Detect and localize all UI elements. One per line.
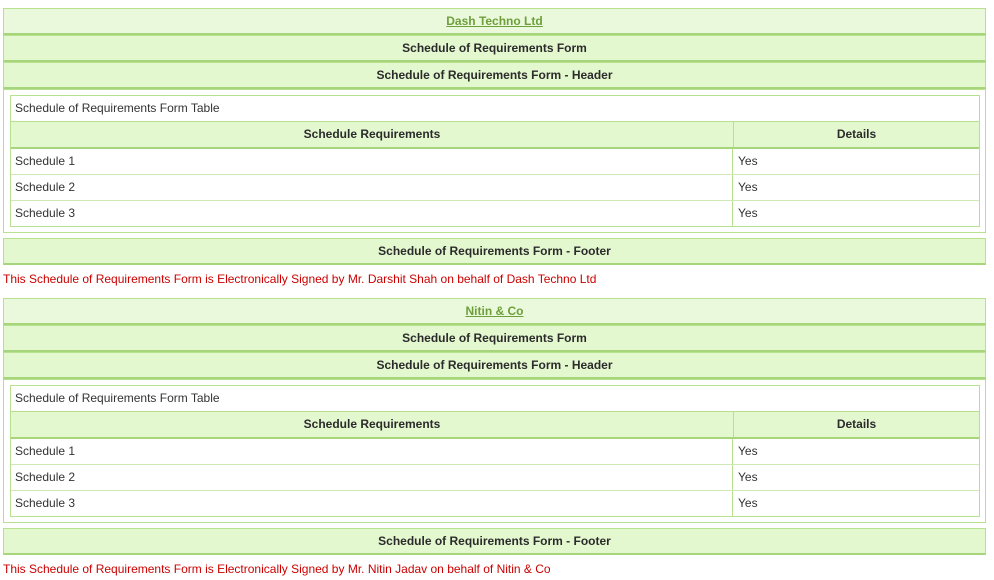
company-section-2: Nitin & Co Schedule of Requirements Form… <box>3 298 986 555</box>
details-cell: Yes <box>738 154 758 168</box>
form-header-row: Schedule of Requirements Form - Header <box>3 62 986 89</box>
company-name-link[interactable]: Nitin & Co <box>466 304 524 318</box>
form-title-row: Schedule of Requirements Form <box>3 35 986 62</box>
form-title-row: Schedule of Requirements Form <box>3 325 986 352</box>
electronic-signature-note: This Schedule of Requirements Form is El… <box>3 562 551 576</box>
company-section-1: Dash Techno Ltd Schedule of Requirements… <box>3 8 986 265</box>
schedule-cell: Schedule 3 <box>11 491 733 516</box>
table-row: Schedule 1 Yes <box>11 149 979 175</box>
form-footer-row: Schedule of Requirements Form - Footer <box>3 528 986 555</box>
form-header-row: Schedule of Requirements Form - Header <box>3 352 986 379</box>
electronic-signature-note: This Schedule of Requirements Form is El… <box>3 272 597 286</box>
table-row: Schedule 2 Yes <box>11 175 979 201</box>
table-caption: Schedule of Requirements Form Table <box>11 96 979 122</box>
schedule-cell: Schedule 3 <box>11 201 733 226</box>
company-name-link[interactable]: Dash Techno Ltd <box>446 14 542 28</box>
details-cell: Yes <box>738 206 758 220</box>
column-header-details: Details <box>836 127 877 141</box>
table-row: Schedule 3 Yes <box>11 201 979 226</box>
table-header-row: Schedule Requirements Details <box>11 122 979 149</box>
schedule-cell: Schedule 2 <box>11 465 733 490</box>
details-cell: Yes <box>738 180 758 194</box>
details-cell: Yes <box>738 470 758 484</box>
schedule-cell: Schedule 2 <box>11 175 733 200</box>
requirements-table: Schedule of Requirements Form Table Sche… <box>10 385 980 517</box>
requirements-table-container: Schedule of Requirements Form Table Sche… <box>3 379 986 523</box>
schedule-cell: Schedule 1 <box>11 439 733 464</box>
requirements-table: Schedule of Requirements Form Table Sche… <box>10 95 980 227</box>
schedule-cell: Schedule 1 <box>11 149 733 174</box>
company-header-row: Dash Techno Ltd <box>3 8 986 35</box>
table-header-row: Schedule Requirements Details <box>11 412 979 439</box>
table-row: Schedule 2 Yes <box>11 465 979 491</box>
details-cell: Yes <box>738 444 758 458</box>
company-header-row: Nitin & Co <box>3 298 986 325</box>
requirements-table-container: Schedule of Requirements Form Table Sche… <box>3 89 986 233</box>
column-header-schedule-requirements: Schedule Requirements <box>11 412 734 437</box>
table-caption: Schedule of Requirements Form Table <box>11 386 979 412</box>
table-row: Schedule 1 Yes <box>11 439 979 465</box>
table-row: Schedule 3 Yes <box>11 491 979 516</box>
column-header-details: Details <box>836 417 877 431</box>
column-header-schedule-requirements: Schedule Requirements <box>11 122 734 147</box>
details-cell: Yes <box>738 496 758 510</box>
form-footer-row: Schedule of Requirements Form - Footer <box>3 238 986 265</box>
